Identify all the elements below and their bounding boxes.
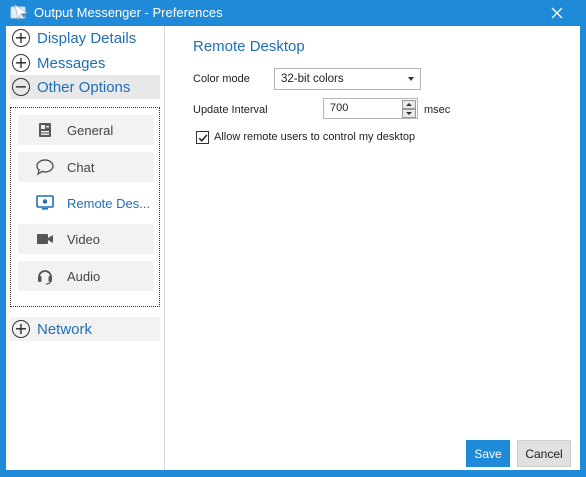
preferences-window: Output Messenger - Preferences + Display… (0, 0, 586, 477)
sub-item-remote-desktop[interactable]: Remote Des... (18, 188, 154, 218)
monitor-icon (34, 192, 56, 214)
sub-item-chat[interactable]: Chat (18, 152, 154, 182)
sub-item-general[interactable]: General (18, 115, 154, 145)
spin-down-button[interactable] (402, 109, 416, 118)
plus-circle-icon: + (12, 320, 30, 338)
update-interval-spinner[interactable]: 700 (323, 98, 418, 119)
sub-item-label: Audio (67, 268, 101, 284)
save-button[interactable]: Save (466, 440, 510, 467)
section-label: Display Details (37, 29, 137, 47)
sub-item-audio[interactable]: Audio (18, 261, 154, 291)
allow-control-checkbox[interactable] (196, 131, 209, 144)
title-bar: Output Messenger - Preferences (0, 0, 586, 25)
video-camera-icon (34, 228, 56, 250)
other-options-submenu: General Chat Remote Des... Video Audio (10, 107, 160, 307)
sub-item-label: Remote Des... (67, 195, 151, 211)
update-interval-unit: msec (424, 104, 451, 116)
close-button[interactable] (540, 0, 574, 25)
app-logo-icon (10, 4, 30, 21)
sub-item-label: Chat (67, 159, 95, 175)
section-network[interactable]: + Network (10, 317, 160, 341)
close-icon (551, 7, 563, 18)
color-mode-value: 32-bit colors (281, 73, 344, 85)
checkmark-icon (198, 134, 208, 142)
sub-item-label: General (67, 122, 114, 138)
dropdown-arrow-icon (408, 77, 414, 81)
plus-circle-icon: + (12, 54, 30, 72)
section-label: Other Options (37, 78, 131, 96)
general-settings-icon (34, 119, 56, 141)
headset-icon (34, 265, 56, 287)
sub-item-video[interactable]: Video (18, 224, 154, 254)
section-label: Network (37, 320, 93, 338)
section-messages[interactable]: + Messages (10, 51, 160, 75)
minus-circle-icon: − (12, 78, 30, 96)
section-display-details[interactable]: + Display Details (10, 26, 160, 50)
content-panel: Remote Desktop Color mode 32-bit colors … (164, 26, 580, 470)
sub-item-label: Video (67, 231, 101, 247)
chat-bubble-icon (34, 156, 56, 178)
section-other-options[interactable]: − Other Options (10, 75, 160, 99)
color-mode-label: Color mode (193, 73, 250, 85)
cancel-button[interactable]: Cancel (517, 440, 571, 467)
section-label: Messages (37, 54, 106, 72)
window-title: Output Messenger - Preferences (34, 5, 223, 20)
sidebar: + Display Details + Messages − Other Opt… (6, 26, 164, 470)
plus-circle-icon: + (12, 29, 30, 47)
update-interval-label: Update Interval (193, 104, 268, 116)
allow-control-label[interactable]: Allow remote users to control my desktop (214, 131, 415, 143)
update-interval-value: 700 (330, 102, 349, 114)
color-mode-select[interactable]: 32-bit colors (274, 68, 421, 90)
panel-title: Remote Desktop (193, 38, 305, 55)
spin-up-button[interactable] (402, 100, 416, 109)
